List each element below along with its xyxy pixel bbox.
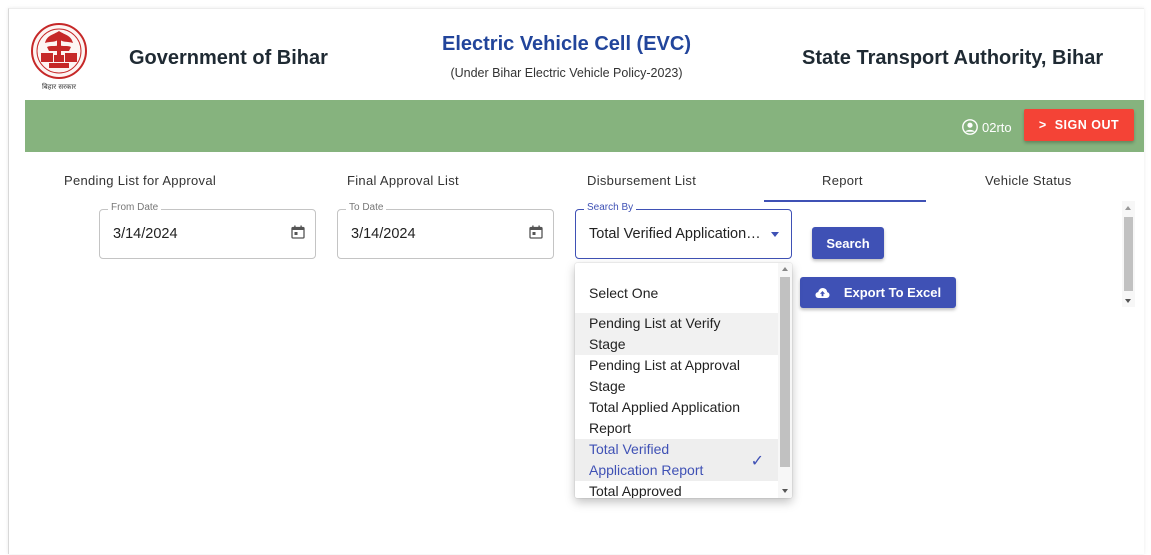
sign-out-label: SIGN OUT xyxy=(1054,118,1120,132)
transport-authority-title: State Transport Authority, Bihar xyxy=(802,47,1104,69)
app-window: बिहार सरकार Government of Bihar Electric… xyxy=(8,8,1144,554)
dropdown-scrollbar[interactable] xyxy=(778,263,792,498)
scroll-down-arrow-icon[interactable] xyxy=(1125,299,1131,303)
sign-out-button[interactable]: > SIGN OUT xyxy=(1024,109,1134,141)
chevron-right-icon: > xyxy=(1038,118,1047,132)
scroll-down-arrow-icon[interactable] xyxy=(782,489,788,493)
user-badge[interactable]: 02rto xyxy=(962,119,1012,135)
option-line: Pending List at Verify xyxy=(589,315,721,331)
option-line: Stage xyxy=(589,378,626,394)
export-to-excel-button[interactable]: Export To Excel xyxy=(800,277,956,308)
search-by-dropdown-menu: Select One Pending List at Verify Stage … xyxy=(575,263,792,498)
search-by-value: Total Verified Application… xyxy=(589,226,761,242)
export-label: Export To Excel xyxy=(843,285,942,300)
tab-report[interactable]: Report xyxy=(822,173,863,188)
scroll-up-arrow-icon[interactable] xyxy=(782,267,788,271)
option-line: Stage xyxy=(589,336,626,352)
from-date-value: 3/14/2024 xyxy=(113,226,178,242)
option-total-verified[interactable]: Total Verified Application Report ✓ xyxy=(575,439,778,481)
to-date-value: 3/14/2024 xyxy=(351,226,416,242)
option-pending-verify[interactable]: Pending List at Verify Stage xyxy=(575,313,778,355)
option-line: Pending List at Approval xyxy=(589,357,740,373)
scroll-up-arrow-icon[interactable] xyxy=(1125,206,1131,210)
option-total-applied[interactable]: Total Applied Application Report xyxy=(575,397,778,439)
tab-vehicle-status[interactable]: Vehicle Status xyxy=(985,173,1072,188)
search-by-label: Search By xyxy=(584,202,637,213)
cloud-upload-icon xyxy=(815,287,830,298)
option-select-one[interactable]: Select One xyxy=(575,277,778,309)
option-pending-approval[interactable]: Pending List at Approval Stage xyxy=(575,355,778,397)
from-date-label: From Date xyxy=(108,202,162,213)
dropdown-arrow-icon xyxy=(771,232,779,237)
search-by-select[interactable]: Search By Total Verified Application… xyxy=(575,202,792,259)
tab-disbursement[interactable]: Disbursement List xyxy=(587,173,696,188)
calendar-icon[interactable] xyxy=(529,225,543,239)
tab-pending-approval[interactable]: Pending List for Approval xyxy=(64,173,216,188)
from-date-field[interactable]: From Date 3/14/2024 xyxy=(99,202,316,259)
header: बिहार सरकार Government of Bihar Electric… xyxy=(9,9,1144,99)
option-line: Total Applied Application xyxy=(589,399,740,415)
calendar-icon[interactable] xyxy=(291,225,305,239)
dropdown-scroll-thumb[interactable] xyxy=(780,277,790,467)
page-scroll-thumb[interactable] xyxy=(1124,217,1133,291)
page-scrollbar[interactable] xyxy=(1122,201,1135,307)
search-button[interactable]: Search xyxy=(812,227,884,259)
username-label: 02rto xyxy=(982,119,1012,135)
tab-final-approval[interactable]: Final Approval List xyxy=(347,173,459,188)
active-tab-indicator xyxy=(764,200,926,202)
to-date-field[interactable]: To Date 3/14/2024 xyxy=(337,202,554,259)
bihar-emblem-icon: बिहार सरकार xyxy=(31,23,87,91)
checkmark-icon: ✓ xyxy=(750,453,764,470)
user-circle-icon xyxy=(962,119,978,135)
option-total-approved[interactable]: Total Approved xyxy=(575,481,778,498)
to-date-label: To Date xyxy=(346,202,387,213)
emblem-caption: बिहार सरकार xyxy=(42,82,76,91)
option-line: Report xyxy=(589,420,632,436)
